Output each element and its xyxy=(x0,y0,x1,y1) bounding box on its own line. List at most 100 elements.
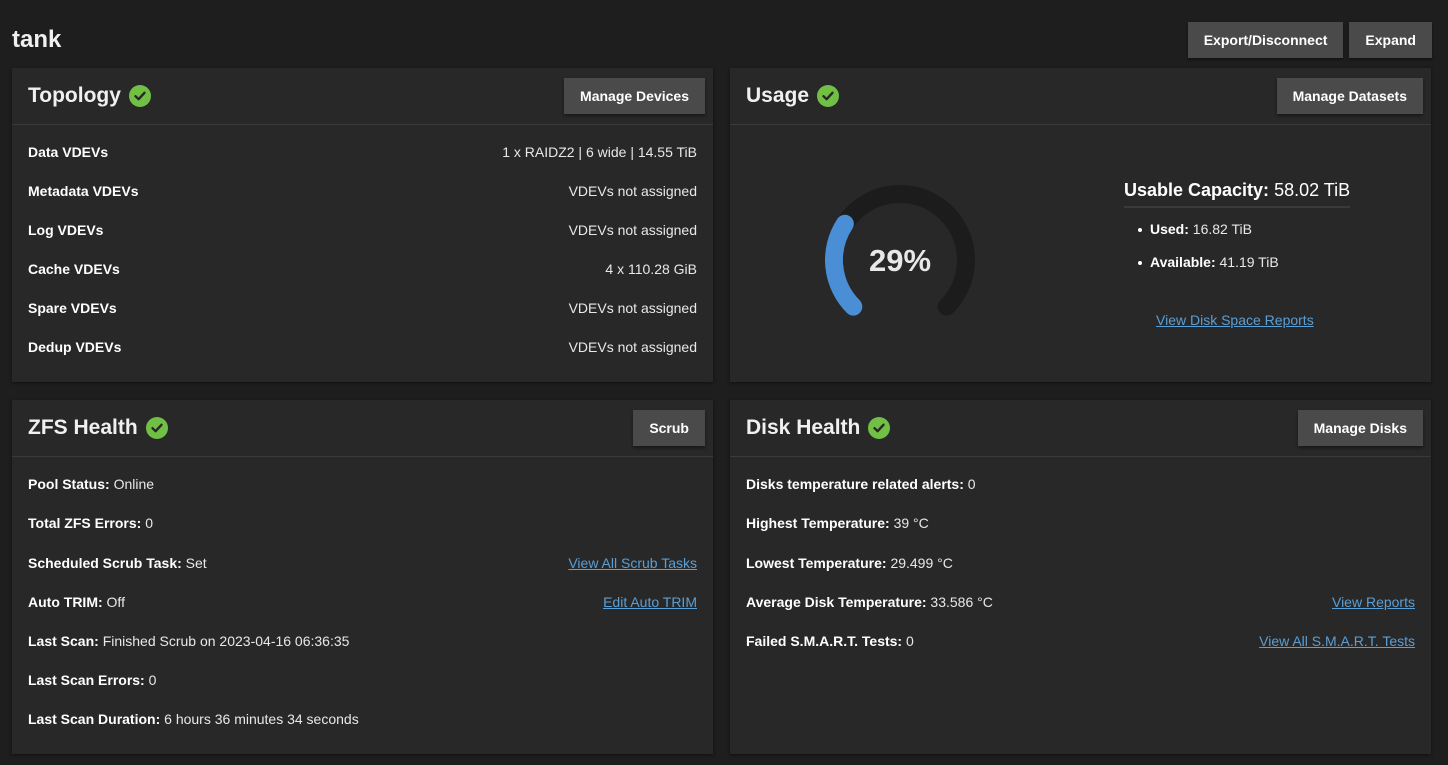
usable-capacity: Usable Capacity: 58.02 TiB xyxy=(1124,178,1351,208)
topology-card: Topology Manage Devices Data VDEVs 1 x R… xyxy=(12,68,713,382)
row-label: Failed S.M.A.R.T. Tests: xyxy=(746,633,903,649)
row-label: Total ZFS Errors: xyxy=(28,515,142,531)
last-scan-errors-row: Last Scan Errors: 0 xyxy=(28,670,697,690)
available-label: Available: xyxy=(1150,254,1216,270)
pool-title: tank xyxy=(12,26,62,53)
topology-row-metadata: Metadata VDEVs VDEVs not assigned xyxy=(28,181,697,201)
row-label: Last Scan Duration: xyxy=(28,711,161,727)
temperature-alerts-row: Disks temperature related alerts: 0 xyxy=(746,474,1415,494)
row-value: Online xyxy=(113,476,155,492)
topology-row-log: Log VDEVs VDEVs not assigned xyxy=(28,220,697,240)
row-label: Highest Temperature: xyxy=(746,515,890,531)
topology-title-text: Topology xyxy=(28,84,121,107)
highest-temperature-row: Highest Temperature: 39 °C xyxy=(746,513,1415,533)
check-circle-icon xyxy=(145,417,168,439)
row-value: VDEVs not assigned xyxy=(568,300,697,316)
scrub-button[interactable]: Scrub xyxy=(633,410,705,446)
row-label: Metadata VDEVs xyxy=(28,183,139,199)
view-all-smart-tests-link[interactable]: View All S.M.A.R.T. Tests xyxy=(1259,631,1415,651)
row-value: 39 °C xyxy=(893,515,929,531)
scheduled-scrub-row: Scheduled Scrub Task: Set View All Scrub… xyxy=(28,553,697,573)
bullet-icon xyxy=(1138,228,1142,233)
used-value: 16.82 TiB xyxy=(1192,221,1252,237)
usage-card: Usage Manage Datasets 29% Usable Capacit… xyxy=(730,68,1431,382)
row-label: Last Scan: xyxy=(28,633,99,649)
available-stat: Available: 41.19 TiB xyxy=(1138,252,1279,272)
disk-health-title-text: Disk Health xyxy=(746,416,861,439)
row-label: Pool Status: xyxy=(28,476,110,492)
usable-capacity-label: Usable Capacity: xyxy=(1124,180,1270,200)
row-label: Data VDEVs xyxy=(28,144,109,160)
row-value: 0 xyxy=(145,515,153,531)
expand-button[interactable]: Expand xyxy=(1349,22,1432,58)
zfs-health-title: ZFS Health xyxy=(28,414,168,442)
disk-health-title: Disk Health xyxy=(746,414,891,442)
row-label: Scheduled Scrub Task: xyxy=(28,555,182,571)
row-value: 29.499 °C xyxy=(890,555,953,571)
pool-actions: Export/Disconnect Expand xyxy=(1187,22,1432,58)
usage-header: Usage Manage Datasets xyxy=(730,68,1431,125)
row-label: Cache VDEVs xyxy=(28,261,120,277)
manage-disks-button[interactable]: Manage Disks xyxy=(1297,410,1423,446)
row-value: Finished Scrub on 2023-04-16 06:36:35 xyxy=(102,633,350,649)
auto-trim-row: Auto TRIM: Off Edit Auto TRIM xyxy=(28,592,697,612)
view-reports-link[interactable]: View Reports xyxy=(1332,592,1415,612)
row-label: Dedup VDEVs xyxy=(28,339,122,355)
manage-devices-button[interactable]: Manage Devices xyxy=(564,78,705,114)
total-zfs-errors-row: Total ZFS Errors: 0 xyxy=(28,513,697,533)
last-scan-duration-row: Last Scan Duration: 6 hours 36 minutes 3… xyxy=(28,709,697,729)
row-value: Set xyxy=(185,555,207,571)
used-stat: Used: 16.82 TiB xyxy=(1138,219,1252,239)
bullet-icon xyxy=(1138,261,1142,266)
row-label: Average Disk Temperature: xyxy=(746,594,927,610)
used-label: Used: xyxy=(1150,221,1189,237)
usage-gauge-fill xyxy=(825,214,863,316)
manage-datasets-button[interactable]: Manage Datasets xyxy=(1276,78,1423,114)
row-label: Last Scan Errors: xyxy=(28,672,145,688)
topology-row-spare: Spare VDEVs VDEVs not assigned xyxy=(28,298,697,318)
row-label: Log VDEVs xyxy=(28,222,104,238)
disk-health-card: Disk Health Manage Disks Disks temperatu… xyxy=(730,400,1431,754)
topology-row-data: Data VDEVs 1 x RAIDZ2 | 6 wide | 14.55 T… xyxy=(28,142,697,162)
row-value: VDEVs not assigned xyxy=(568,183,697,199)
zfs-health-header: ZFS Health Scrub xyxy=(12,400,713,457)
usage-title-text: Usage xyxy=(746,84,810,107)
check-circle-icon xyxy=(868,417,891,439)
view-all-scrub-tasks-link[interactable]: View All Scrub Tasks xyxy=(568,553,697,573)
row-label: Disks temperature related alerts: xyxy=(746,476,964,492)
average-temperature-row: Average Disk Temperature: 33.586 °C View… xyxy=(746,592,1415,612)
disk-health-header: Disk Health Manage Disks xyxy=(730,400,1431,457)
row-label: Lowest Temperature: xyxy=(746,555,887,571)
failed-smart-tests-row: Failed S.M.A.R.T. Tests: 0 View All S.M.… xyxy=(746,631,1415,651)
available-value: 41.19 TiB xyxy=(1219,254,1279,270)
check-circle-icon xyxy=(817,85,840,107)
row-value: 4 x 110.28 GiB xyxy=(605,261,697,277)
row-value: 6 hours 36 minutes 34 seconds xyxy=(164,711,359,727)
export-disconnect-button[interactable]: Export/Disconnect xyxy=(1187,22,1344,58)
usage-gauge: 29% xyxy=(825,185,975,316)
row-label: Auto TRIM: xyxy=(28,594,103,610)
row-value: 33.586 °C xyxy=(930,594,993,610)
check-circle-icon xyxy=(128,85,151,107)
row-value: VDEVs not assigned xyxy=(568,222,697,238)
row-value: VDEVs not assigned xyxy=(568,339,697,355)
row-value: 0 xyxy=(967,476,976,492)
row-value: Off xyxy=(106,594,125,610)
usage-percent: 29% xyxy=(869,243,931,278)
row-value: 1 x RAIDZ2 | 6 wide | 14.55 TiB xyxy=(502,144,697,160)
zfs-health-card: ZFS Health Scrub Pool Status: Online Tot… xyxy=(12,400,713,754)
usable-capacity-value: 58.02 TiB xyxy=(1274,180,1351,200)
view-disk-space-reports-link[interactable]: View Disk Space Reports xyxy=(1156,310,1314,330)
row-label: Spare VDEVs xyxy=(28,300,117,316)
row-value: 0 xyxy=(148,672,157,688)
topology-row-cache: Cache VDEVs 4 x 110.28 GiB xyxy=(28,259,697,279)
lowest-temperature-row: Lowest Temperature: 29.499 °C xyxy=(746,553,1415,573)
usage-title: Usage xyxy=(746,82,840,110)
topology-row-dedup: Dedup VDEVs VDEVs not assigned xyxy=(28,337,697,357)
last-scan-row: Last Scan: Finished Scrub on 2023-04-16 … xyxy=(28,631,697,651)
topology-title: Topology xyxy=(28,82,151,110)
edit-auto-trim-link[interactable]: Edit Auto TRIM xyxy=(603,592,697,612)
zfs-health-title-text: ZFS Health xyxy=(28,416,138,439)
pool-status-row: Pool Status: Online xyxy=(28,474,697,494)
topology-header: Topology Manage Devices xyxy=(12,68,713,125)
